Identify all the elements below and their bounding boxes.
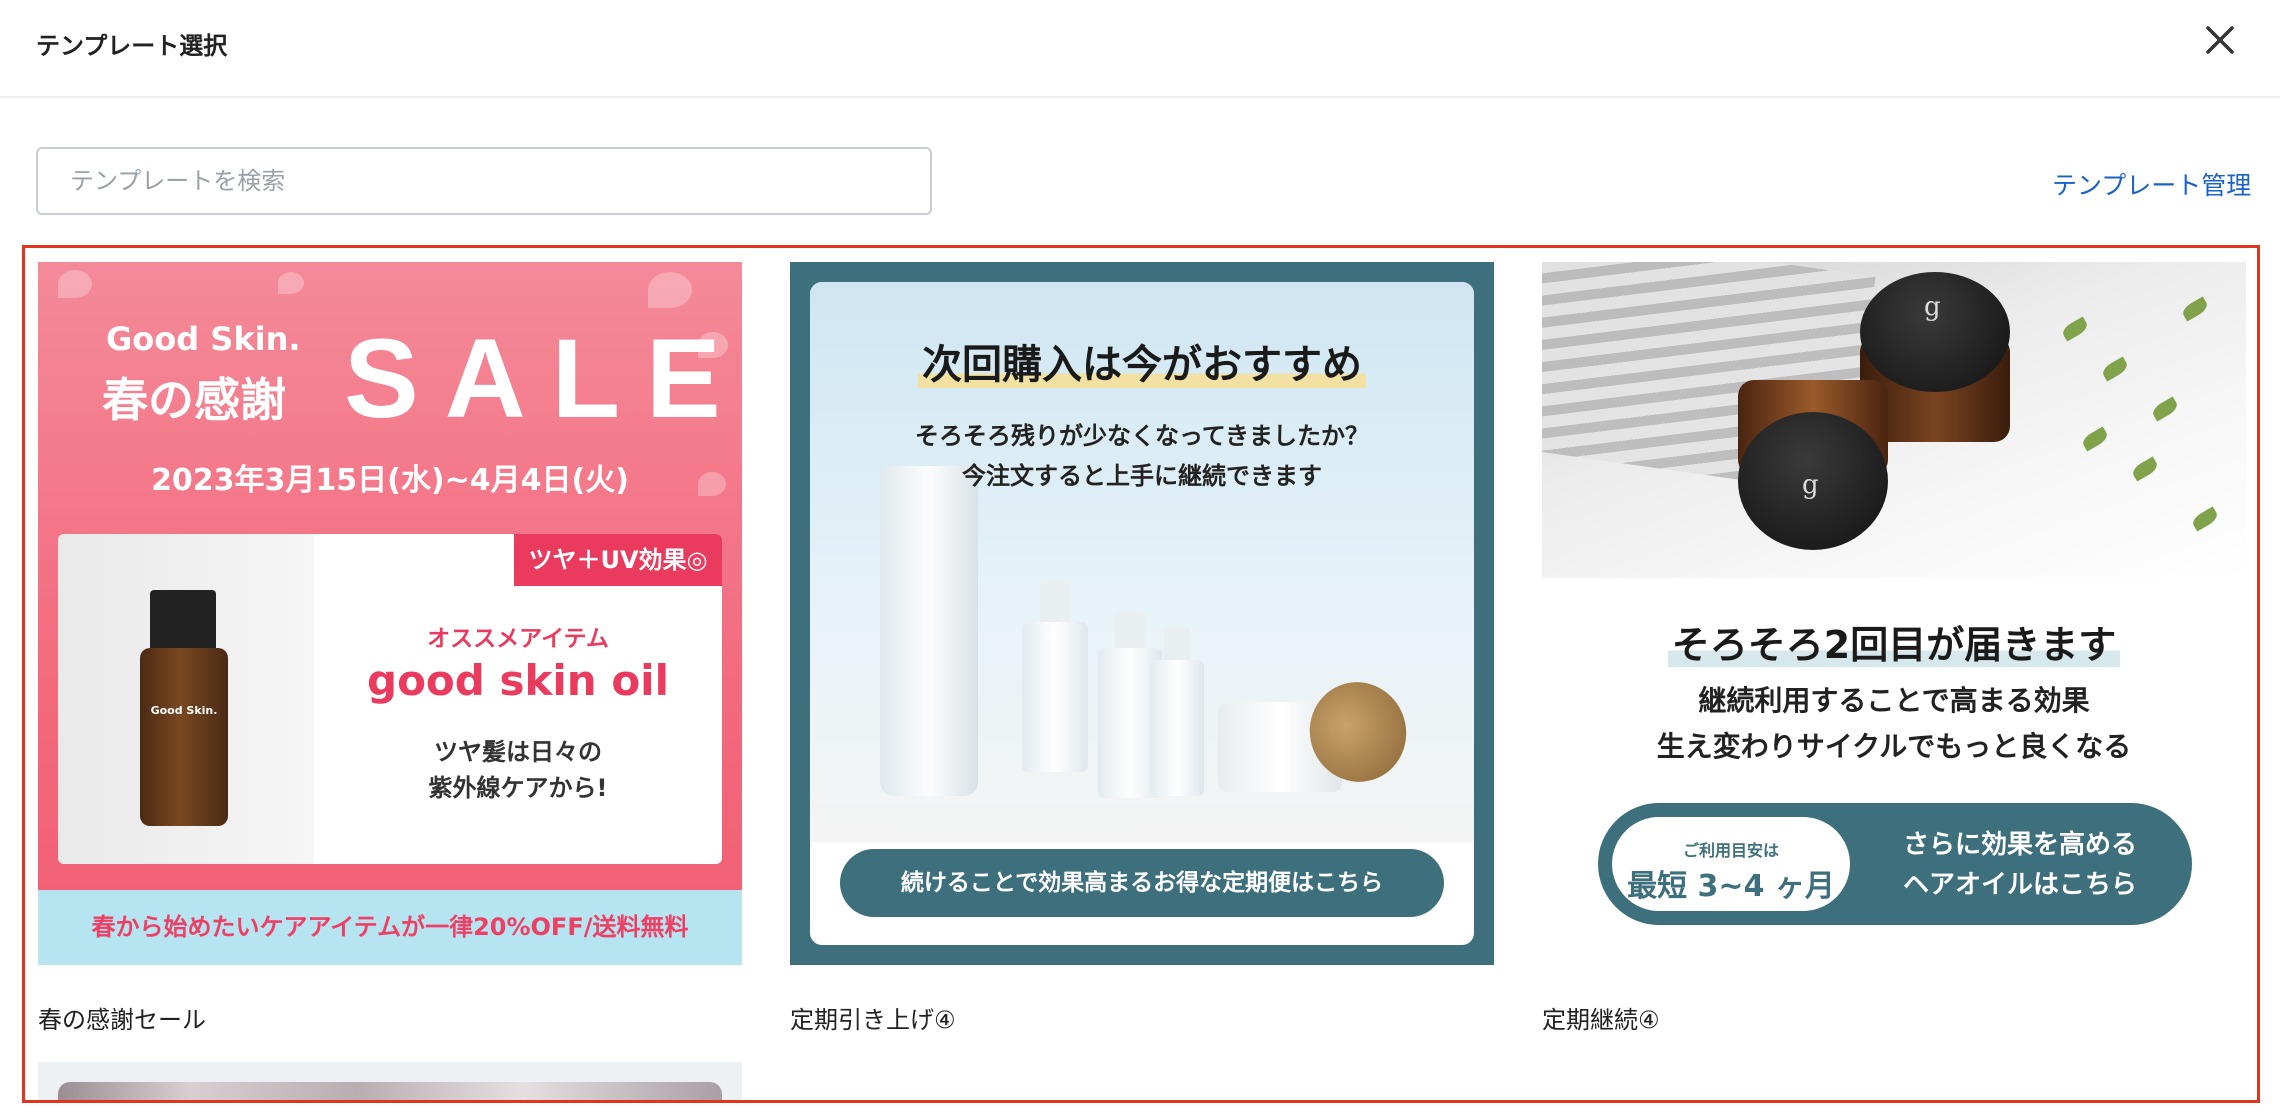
banner-recommend: オススメアイテム (427, 626, 609, 652)
bottle-cap (150, 590, 216, 652)
banner-dates: 2023年3月15日(水)~4月4日(火) (151, 463, 629, 498)
logo-mark: g (1924, 292, 1941, 322)
banner-brand: Good Skin. (106, 320, 301, 358)
tube-image (880, 466, 978, 796)
close-button[interactable] (2200, 20, 2240, 60)
template-thumbnail: 次回購入は今がおすすめ そろそろ残りが少なくなってきましたか？ 今注文すると上手… (790, 262, 1494, 965)
banner-preview-strip (58, 1082, 722, 1100)
banner-subtext-line: 継続利用することで高まる効果 (1698, 684, 2090, 717)
template-card-spring-sale[interactable]: Good Skin. 春の感謝 SALE 2023年3月15日(水)~4月4日(… (38, 262, 742, 1042)
leaf-decoration (2150, 396, 2180, 422)
banner-headline: そろそろ2回目が届きます (1542, 614, 2246, 669)
bottle-label: Good Skin. (150, 704, 218, 717)
banner-cta-line: さらに効果を高める (1902, 830, 2137, 860)
product-photo: g g (1542, 262, 2246, 578)
template-grid: Good Skin. 春の感謝 SALE 2023年3月15日(水)~4月4日(… (22, 245, 2260, 1103)
template-thumbnail: Good Skin. 春の感謝 SALE 2023年3月15日(水)~4月4日(… (38, 262, 742, 965)
template-card-regular-continuation[interactable]: g g そろそろ2回目が届きます 継続利用することで高まる効果 生え変わりサイク… (1542, 262, 2246, 1042)
banner-copy-line: ツヤ髪は日々の (434, 738, 602, 766)
banner-headline-text: そろそろ2回目が届きます (1667, 623, 2121, 667)
banner-subtext: そろそろ残りが少なくなってきましたか？ 今注文すると上手に継続できます (810, 416, 1474, 496)
banner-sale-text: SALE (344, 316, 742, 441)
banner-tag: ツヤ＋UV効果◎ (514, 534, 722, 586)
dropper-cap (1164, 627, 1190, 663)
leaf-decoration (2060, 316, 2090, 342)
banner-cta-text: さらに効果を高める ヘアオイルはこちら (1862, 825, 2178, 905)
bottle-image: Good Skin. (140, 648, 228, 826)
template-search-input[interactable] (36, 147, 932, 215)
template-caption: 定期引き上げ④ (790, 1006, 956, 1034)
petal-decoration (58, 270, 92, 298)
banner-subtext-line: 生え変わりサイクルでもっと良くなる (1656, 730, 2132, 763)
leaf-decoration (2100, 356, 2130, 382)
petal-decoration (278, 272, 304, 294)
banner-headline-text: 次回購入は今がおすすめ (918, 342, 1366, 388)
close-icon (2206, 26, 2234, 54)
banner-subtext-line: 今注文すると上手に継続できます (962, 462, 1322, 490)
banner-cta-line: ヘアオイルはこちら (1902, 870, 2137, 900)
jar-lid-image (1860, 272, 2010, 392)
banner-headline: 春の感謝 (102, 373, 286, 427)
banner-product-name: good skin oil (367, 656, 669, 705)
petal-decoration (648, 272, 692, 308)
template-card-partial[interactable] (38, 1062, 742, 1100)
product-photo: Good Skin. (58, 534, 314, 864)
template-thumbnail (38, 1062, 742, 1100)
usage-guide-label: ご利用目安は (1682, 841, 1779, 860)
leaf-decoration (2130, 456, 2160, 482)
banner-copy-line: 紫外線ケアから! (428, 774, 608, 802)
usage-guide-badge: ご利用目安は 最短 3~4 ヶ月 (1612, 817, 1850, 911)
template-thumbnail: g g そろそろ2回目が届きます 継続利用することで高まる効果 生え変わりサイク… (1542, 262, 2246, 965)
leaf-decoration (2190, 506, 2220, 532)
banner-subtext-line: そろそろ残りが少なくなってきましたか？ (914, 422, 1370, 450)
banner-headline: 次回購入は今がおすすめ (810, 332, 1474, 390)
modal-header: テンプレート選択 (0, 0, 2280, 98)
modal-title: テンプレート選択 (36, 32, 228, 60)
logo-mark: g (1802, 470, 1819, 500)
leaf-decoration (2180, 296, 2210, 322)
banner-cta: ご利用目安は 最短 3~4 ヶ月 さらに効果を高める ヘアオイルはこちら (1598, 803, 2192, 925)
banner-band: 春から始めたいケアアイテムが一律20%OFF/送料無料 (38, 890, 742, 965)
leaf-decoration (2080, 426, 2110, 452)
banner-inner: 次回購入は今がおすすめ そろそろ残りが少なくなってきましたか？ 今注文すると上手… (810, 282, 1474, 945)
banner-copy: ツヤ髪は日々の 紫外線ケアから! (314, 734, 722, 806)
template-card-regular-upgrade[interactable]: 次回購入は今がおすすめ そろそろ残りが少なくなってきましたか？ 今注文すると上手… (790, 262, 1494, 1042)
template-management-link[interactable]: テンプレート管理 (2052, 166, 2251, 202)
dropper-bottle-image (1022, 622, 1088, 772)
banner-cta: 続けることで効果高まるお得な定期便はこちら (840, 849, 1444, 917)
usage-period: 最短 3~4 ヶ月 (1627, 869, 1835, 904)
template-caption: 春の感謝セール (38, 1006, 206, 1034)
dropper-bottle-image (1150, 660, 1204, 796)
product-panel: Good Skin. ツヤ＋UV効果◎ オススメアイテム good skin o… (58, 534, 722, 864)
template-caption: 定期継続④ (1542, 1006, 1660, 1034)
banner-subtext: 継続利用することで高まる効果 生え変わりサイクルでもっと良くなる (1542, 678, 2246, 770)
dropper-cap (1115, 612, 1145, 652)
